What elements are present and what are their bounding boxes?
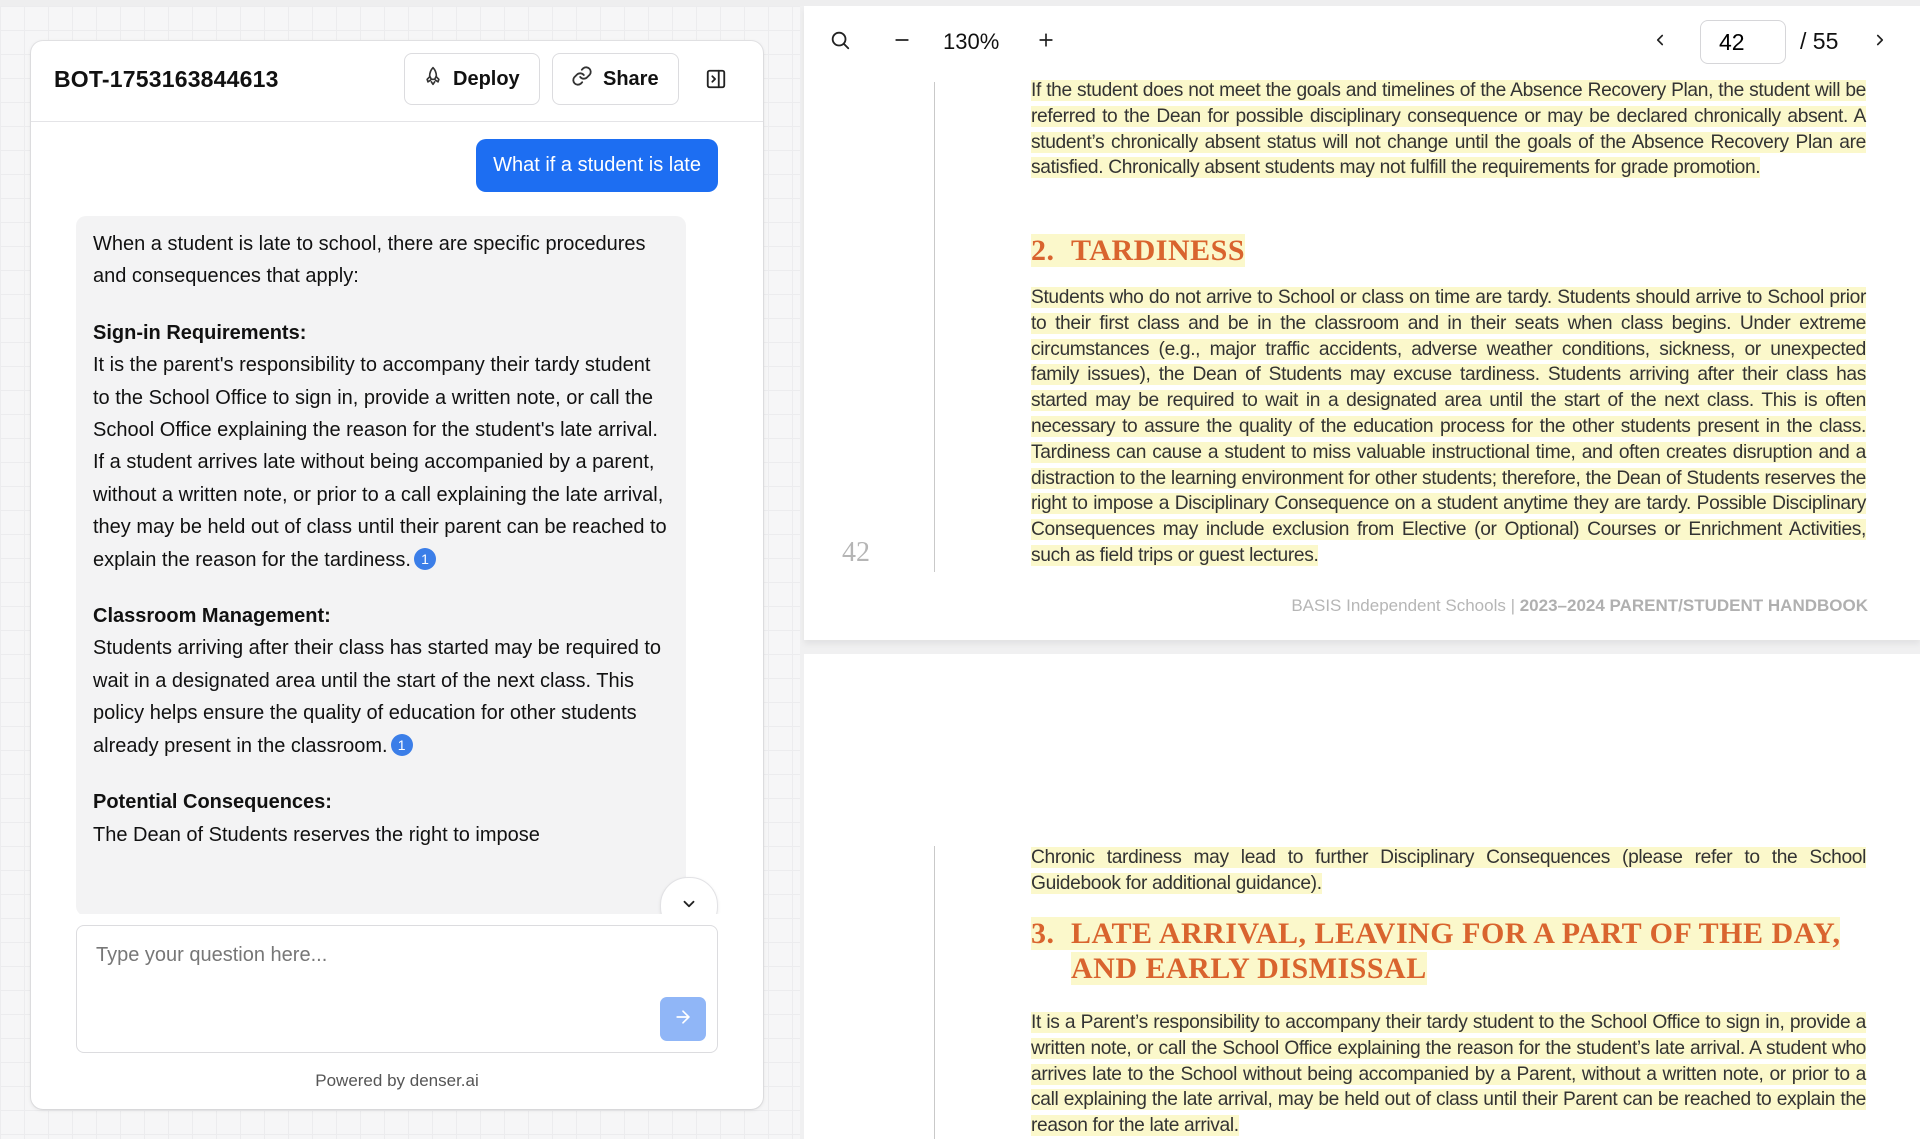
answer-section-title: Potential Consequences: xyxy=(93,791,332,814)
late-arrival-paragraph: It is a Parent’s responsibility to accom… xyxy=(1031,1010,1866,1139)
chat-header: BOT-1753163844613 Deploy Share xyxy=(31,41,763,122)
section-number: 2. xyxy=(1031,234,1055,267)
answer-section-text: The Dean of Students reserves the right … xyxy=(93,823,540,846)
search-button[interactable] xyxy=(822,24,858,60)
section-title: TARDINESS xyxy=(1071,234,1245,267)
chat-area: BOT-1753163844613 Deploy Share What if a… xyxy=(0,6,800,1139)
zoom-level: 130% xyxy=(943,29,1000,54)
section-title-line: LATE ARRIVAL, LEAVING FOR A PART OF THE … xyxy=(1071,917,1841,950)
answer-section-title: Classroom Management: xyxy=(93,605,331,628)
section-number: 3. xyxy=(1031,917,1055,950)
next-page-button[interactable] xyxy=(1862,24,1898,60)
panel-right-icon xyxy=(705,68,727,95)
page-footer: BASIS Independent Schools | 2023–2024 PA… xyxy=(1291,596,1868,616)
chat-panel: BOT-1753163844613 Deploy Share What if a… xyxy=(31,41,763,1109)
question-input[interactable] xyxy=(94,942,638,1026)
page-number-input[interactable] xyxy=(1700,20,1786,64)
chevron-left-icon xyxy=(1651,31,1669,54)
pdf-toolbar: 130% / 55 xyxy=(800,6,1920,78)
answer-section-title: Sign-in Requirements: xyxy=(93,321,307,344)
arrow-right-icon xyxy=(673,1007,693,1032)
pdf-page-43: Chronic tardiness may lead to further Di… xyxy=(804,654,1920,1139)
user-message: What if a student is late xyxy=(476,139,718,192)
plus-icon xyxy=(1036,30,1056,55)
bot-answer: When a student is late to school, there … xyxy=(76,216,686,914)
highlighted-text: Students who do not arrive to School or … xyxy=(1031,287,1866,566)
chevron-right-icon xyxy=(1871,31,1889,54)
question-input-box xyxy=(76,925,718,1053)
link-icon xyxy=(571,65,593,93)
footer-school: BASIS Independent Schools | xyxy=(1291,596,1520,615)
deploy-label: Deploy xyxy=(453,67,520,90)
zoom-out-button[interactable] xyxy=(884,24,920,60)
powered-by: Powered by denser.ai xyxy=(315,1071,479,1090)
answer-section-text: It is the parent's responsibility to acc… xyxy=(93,354,667,571)
page-number: 42 xyxy=(842,537,870,568)
send-button[interactable] xyxy=(660,997,706,1041)
zoom-in-button[interactable] xyxy=(1028,24,1064,60)
chat-messages[interactable]: What if a student is late When a student… xyxy=(31,122,763,914)
footer-title: 2023–2024 PARENT/STUDENT HANDBOOK xyxy=(1519,596,1868,615)
page-total: / 55 xyxy=(1800,28,1839,54)
bot-name: BOT-1753163844613 xyxy=(54,66,279,92)
answer-section-sign-in: Sign-in Requirements: It is the parent's… xyxy=(93,317,669,576)
section-title-line: AND EARLY DISMISSAL xyxy=(1071,952,1427,985)
pdf-viewer[interactable]: If the student does not meet the goals a… xyxy=(800,6,1920,1139)
answer-intro: When a student is late to school, there … xyxy=(93,233,646,288)
highlighted-text: Chronic tardiness may lead to further Di… xyxy=(1031,847,1866,894)
answer-section-consequences: Potential Consequences: The Dean of Stud… xyxy=(93,786,669,851)
citation-badge[interactable]: 1 xyxy=(390,733,413,756)
share-button[interactable]: Share xyxy=(552,53,679,105)
share-label: Share xyxy=(603,67,659,90)
section-heading-tardiness: 2. TARDINESS xyxy=(1031,234,1245,268)
chronic-tardiness-paragraph: Chronic tardiness may lead to further Di… xyxy=(1031,845,1866,897)
absence-recovery-paragraph: If the student does not meet the goals a… xyxy=(1031,78,1866,181)
rocket-icon xyxy=(423,66,443,92)
previous-page-button[interactable] xyxy=(1642,24,1678,60)
tardiness-paragraph: Students who do not arrive to School or … xyxy=(1031,285,1866,569)
answer-section-classroom: Classroom Management: Students arriving … xyxy=(93,600,669,762)
page-margin-rule xyxy=(934,846,935,1139)
section-heading-late-arrival: 3. LATE ARRIVAL, LEAVING FOR A PART OF TH… xyxy=(1031,916,1841,986)
deploy-button[interactable]: Deploy xyxy=(404,53,540,105)
chevron-down-icon xyxy=(680,895,698,915)
search-icon xyxy=(829,29,851,56)
page-margin-rule xyxy=(934,82,935,572)
pdf-page-42: If the student does not meet the goals a… xyxy=(804,6,1920,640)
minus-icon xyxy=(892,30,912,55)
answer-section-text: Students arriving after their class has … xyxy=(93,637,662,757)
highlighted-text: It is a Parent’s responsibility to accom… xyxy=(1031,1012,1866,1137)
citation-badge[interactable]: 1 xyxy=(413,547,436,570)
toggle-panel-button[interactable] xyxy=(698,63,734,99)
highlighted-text: If the student does not meet the goals a… xyxy=(1031,80,1866,179)
